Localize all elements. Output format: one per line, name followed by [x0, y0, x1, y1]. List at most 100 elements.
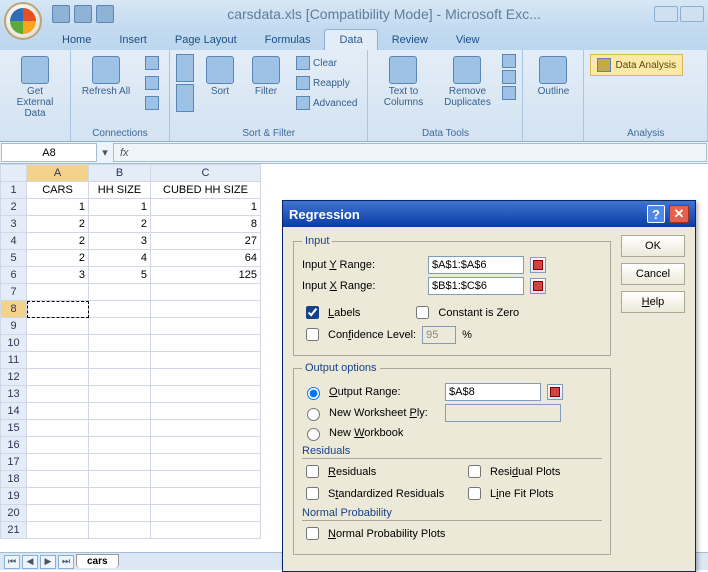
col-header-b[interactable]: B — [89, 165, 151, 182]
cell[interactable]: 8 — [151, 216, 261, 233]
cell[interactable] — [89, 301, 151, 318]
col-header-c[interactable]: C — [151, 165, 261, 182]
row-header[interactable]: 9 — [1, 318, 27, 335]
cell[interactable] — [151, 420, 261, 437]
residual-plots-checkbox[interactable] — [468, 465, 481, 478]
row-header[interactable]: 13 — [1, 386, 27, 403]
get-external-data-button[interactable]: Get External Data — [6, 54, 64, 121]
row-header[interactable]: 12 — [1, 369, 27, 386]
sheet-nav-prev[interactable]: ◀ — [22, 555, 38, 569]
cell[interactable] — [89, 352, 151, 369]
normal-plots-checkbox[interactable] — [306, 527, 319, 540]
row-header[interactable]: 16 — [1, 437, 27, 454]
dialog-title-bar[interactable]: Regression ? ✕ — [283, 201, 695, 227]
cell[interactable] — [27, 369, 89, 386]
what-if-icon[interactable] — [502, 86, 516, 100]
cell[interactable] — [27, 403, 89, 420]
tab-page-layout[interactable]: Page Layout — [161, 30, 251, 50]
line-fit-checkbox[interactable] — [468, 487, 481, 500]
cell[interactable]: 5 — [89, 267, 151, 284]
row-header[interactable]: 21 — [1, 522, 27, 539]
new-worksheet-radio[interactable] — [307, 408, 320, 421]
cell-selected[interactable] — [27, 301, 89, 318]
cell[interactable] — [151, 352, 261, 369]
consolidate-icon[interactable] — [502, 70, 516, 84]
cell[interactable] — [151, 454, 261, 471]
constant-zero-checkbox[interactable] — [416, 306, 429, 319]
cell[interactable] — [89, 505, 151, 522]
row-header[interactable]: 1 — [1, 182, 27, 199]
cell[interactable]: CUBED HH SIZE — [151, 182, 261, 199]
cell[interactable] — [89, 318, 151, 335]
row-header[interactable]: 18 — [1, 471, 27, 488]
cell[interactable] — [89, 369, 151, 386]
cell[interactable]: 125 — [151, 267, 261, 284]
help-button[interactable]: Help — [621, 291, 685, 313]
row-header[interactable]: 11 — [1, 352, 27, 369]
dialog-help-icon[interactable]: ? — [647, 205, 665, 223]
cell[interactable] — [27, 335, 89, 352]
sort-button[interactable]: Sort — [200, 54, 240, 99]
redo-icon[interactable] — [96, 5, 114, 23]
row-header[interactable]: 7 — [1, 284, 27, 301]
cell[interactable]: HH SIZE — [89, 182, 151, 199]
cell[interactable] — [89, 335, 151, 352]
std-residuals-checkbox[interactable] — [306, 487, 319, 500]
new-worksheet-input[interactable] — [445, 404, 561, 422]
tab-data[interactable]: Data — [324, 29, 377, 50]
cell[interactable] — [151, 284, 261, 301]
row-header[interactable]: 8 — [1, 301, 27, 318]
cell[interactable] — [27, 471, 89, 488]
cell[interactable] — [151, 471, 261, 488]
restore-button[interactable] — [680, 6, 704, 22]
cell[interactable] — [151, 505, 261, 522]
range-picker-icon[interactable] — [530, 257, 546, 273]
cancel-button[interactable]: Cancel — [621, 263, 685, 285]
refresh-all-button[interactable]: Refresh All — [77, 54, 135, 99]
cell[interactable]: CARS — [27, 182, 89, 199]
new-workbook-radio[interactable] — [307, 428, 320, 441]
confidence-checkbox[interactable] — [306, 328, 319, 341]
cell[interactable]: 64 — [151, 250, 261, 267]
cell[interactable] — [151, 335, 261, 352]
cell[interactable] — [27, 318, 89, 335]
cell[interactable] — [151, 369, 261, 386]
cell[interactable]: 2 — [89, 216, 151, 233]
cell[interactable]: 3 — [27, 267, 89, 284]
cell[interactable]: 4 — [89, 250, 151, 267]
cell[interactable] — [151, 488, 261, 505]
row-header[interactable]: 6 — [1, 267, 27, 284]
name-box-dropdown[interactable]: ▾ — [98, 142, 112, 163]
row-header[interactable]: 3 — [1, 216, 27, 233]
cell[interactable] — [27, 488, 89, 505]
output-range-radio[interactable] — [307, 387, 320, 400]
sort-desc-icon[interactable] — [176, 84, 194, 112]
cell[interactable] — [27, 352, 89, 369]
cell[interactable] — [27, 420, 89, 437]
select-all-corner[interactable] — [1, 165, 27, 182]
input-x-range[interactable] — [428, 277, 524, 295]
range-picker-icon[interactable] — [530, 278, 546, 294]
edit-links-button[interactable] — [141, 94, 163, 112]
advanced-button[interactable]: Advanced — [292, 94, 361, 112]
cell[interactable]: 2 — [27, 250, 89, 267]
cell[interactable] — [27, 284, 89, 301]
cell[interactable]: 2 — [27, 216, 89, 233]
save-icon[interactable] — [52, 5, 70, 23]
sheet-nav-last[interactable]: ⏭ — [58, 555, 74, 569]
cell[interactable]: 2 — [27, 233, 89, 250]
cell[interactable]: 27 — [151, 233, 261, 250]
cell[interactable] — [89, 284, 151, 301]
row-header[interactable]: 14 — [1, 403, 27, 420]
cell[interactable] — [89, 386, 151, 403]
range-picker-icon[interactable] — [547, 384, 563, 400]
cell[interactable] — [89, 454, 151, 471]
cell[interactable]: 1 — [89, 199, 151, 216]
row-header[interactable]: 2 — [1, 199, 27, 216]
filter-button[interactable]: Filter — [246, 54, 286, 99]
row-header[interactable]: 17 — [1, 454, 27, 471]
tab-view[interactable]: View — [442, 30, 494, 50]
minimize-button[interactable] — [654, 6, 678, 22]
fx-icon[interactable]: fx — [120, 147, 129, 159]
residuals-checkbox[interactable] — [306, 465, 319, 478]
